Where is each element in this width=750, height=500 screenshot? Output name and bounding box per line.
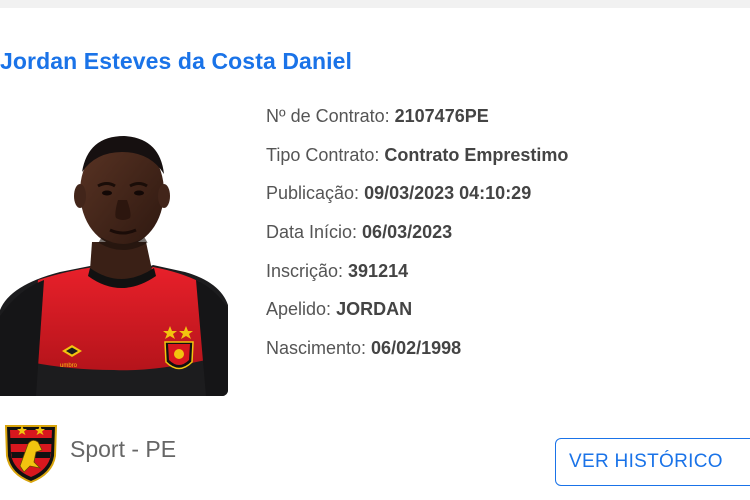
info-value: JORDAN bbox=[336, 299, 413, 320]
info-value: 391214 bbox=[348, 260, 409, 281]
club-info: Sport - PE bbox=[2, 422, 176, 484]
info-value: 2107476PE bbox=[394, 106, 489, 126]
birth-date-row: Nascimento: 06/02/1998 bbox=[266, 335, 568, 374]
info-label: Inscrição: bbox=[266, 260, 349, 281]
contract-type-row: Tipo Contrato: Contrato Emprestimo bbox=[266, 142, 568, 181]
contract-number-row: Nº de Contrato: 2107476PE bbox=[266, 103, 568, 142]
top-strip bbox=[0, 0, 750, 8]
nickname-row: Apelido: JORDAN bbox=[266, 296, 568, 335]
sport-recife-crest-icon bbox=[2, 422, 60, 484]
info-label: Data Início: bbox=[266, 222, 363, 243]
info-value: 06/03/2023 bbox=[362, 222, 453, 243]
start-date-row: Data Início: 06/03/2023 bbox=[266, 219, 568, 258]
player-photo-image: umbro bbox=[0, 136, 228, 396]
info-value: Contrato Emprestimo bbox=[384, 144, 569, 165]
registration-row: Inscrição: 391214 bbox=[266, 258, 568, 297]
contract-info-list: Nº de Contrato: 2107476PE Tipo Contrato:… bbox=[266, 103, 568, 374]
publication-row: Publicação: 09/03/2023 04:10:29 bbox=[266, 180, 568, 219]
info-value: 09/03/2023 04:10:29 bbox=[364, 183, 532, 204]
info-label: Apelido: bbox=[266, 299, 337, 320]
player-photo: umbro bbox=[0, 130, 228, 396]
info-label: Nascimento: bbox=[266, 338, 372, 359]
svg-text:umbro: umbro bbox=[60, 363, 78, 369]
view-history-button[interactable]: VER HISTÓRICO bbox=[555, 438, 750, 486]
info-label: Tipo Contrato: bbox=[266, 144, 385, 165]
info-label: Nº de Contrato: bbox=[266, 106, 395, 126]
info-label: Publicação: bbox=[266, 183, 365, 204]
info-value: 06/02/1998 bbox=[371, 338, 462, 359]
player-name: Jordan Esteves da Costa Daniel bbox=[0, 48, 352, 74]
club-name: Sport - PE bbox=[70, 435, 177, 462]
